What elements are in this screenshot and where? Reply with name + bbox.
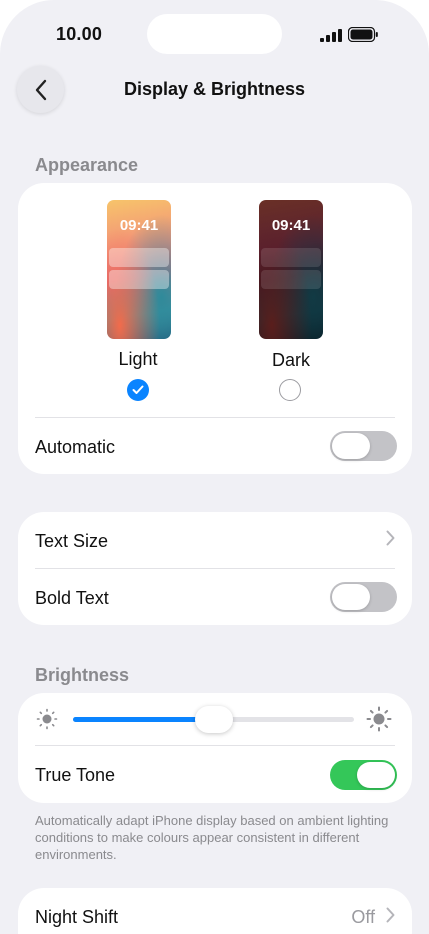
bold-text-toggle[interactable] <box>330 582 397 612</box>
preview-notification <box>109 248 169 267</box>
preview-time: 09:41 <box>119 217 159 234</box>
chevron-right-icon <box>386 906 395 929</box>
dynamic-island <box>147 14 282 54</box>
light-mode-label: Light <box>118 349 158 369</box>
status-time: 10.00 <box>56 24 103 44</box>
toggle-knob <box>332 584 370 610</box>
cellular-signal-icon <box>320 29 342 42</box>
divider <box>35 568 395 569</box>
true-tone-toggle[interactable] <box>330 760 397 790</box>
light-mode-preview[interactable]: 09:41 <box>107 200 171 339</box>
checkmark-icon <box>132 385 144 394</box>
toggle-knob <box>332 433 370 459</box>
dark-mode-label: Dark <box>271 350 310 370</box>
brightness-header: Brightness <box>35 665 130 685</box>
dark-mode-preview[interactable]: 09:41 <box>259 200 323 339</box>
preview-notification <box>261 248 321 267</box>
appearance-header: Appearance <box>35 155 139 175</box>
preview-notification <box>261 270 321 289</box>
text-size-label: Text Size <box>35 531 109 551</box>
brightness-slider-thumb[interactable] <box>194 706 233 733</box>
bold-text-label: Bold Text <box>35 588 109 608</box>
night-shift-card[interactable]: Night Shift Off <box>18 888 412 934</box>
battery-icon <box>348 27 378 42</box>
text-size-row[interactable]: Text Size <box>18 512 412 568</box>
page-title: Display & Brightness <box>123 79 306 99</box>
preview-notification <box>109 270 169 289</box>
divider <box>35 417 395 418</box>
toggle-knob <box>357 762 395 788</box>
automatic-toggle[interactable] <box>330 431 397 461</box>
automatic-label: Automatic <box>35 437 116 457</box>
night-shift-value: Off <box>351 907 375 927</box>
appearance-card: 09:41 Light 09:41 Dark Automatic <box>18 183 412 474</box>
divider <box>35 745 395 746</box>
preview-time: 09:41 <box>271 217 311 234</box>
light-mode-radio[interactable] <box>127 379 149 401</box>
sun-dim-icon <box>36 708 58 730</box>
true-tone-label: True Tone <box>35 765 116 785</box>
night-shift-label: Night Shift <box>35 907 119 927</box>
true-tone-footnote: Automatically adapt iPhone display based… <box>35 813 389 862</box>
brightness-slider-fill <box>73 717 214 722</box>
text-settings-card: Text Size Bold Text <box>18 512 412 625</box>
chevron-right-icon <box>386 529 395 552</box>
brightness-card: True Tone <box>18 693 412 803</box>
phone-screen: 10.00 Display & Brightness Appearance 09… <box>0 0 429 934</box>
sun-bright-icon <box>366 706 392 732</box>
dark-mode-radio[interactable] <box>279 379 301 401</box>
